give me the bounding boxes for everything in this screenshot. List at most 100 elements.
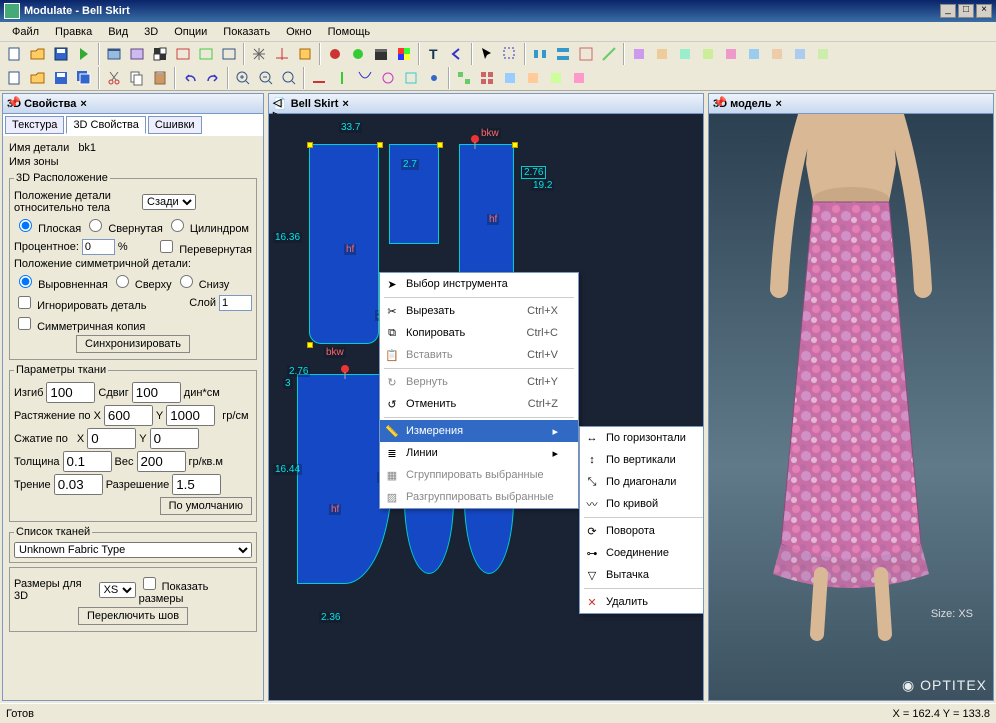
tb2-m6-icon[interactable] <box>423 67 445 89</box>
tb2-g3-icon[interactable] <box>499 67 521 89</box>
radio-rolled[interactable]: Свернутая <box>84 216 163 235</box>
tb-save-icon[interactable] <box>50 43 72 65</box>
tb2-g5-icon[interactable] <box>545 67 567 89</box>
ctx-item-tool[interactable]: ➤Выбор инструмента <box>380 273 578 295</box>
canvas-nav-icon[interactable]: ◁ ▷ <box>273 96 285 112</box>
tab-texture[interactable]: Текстура <box>5 116 64 134</box>
check-ignore[interactable]: Игнорировать деталь <box>14 293 146 312</box>
ctx-item-copy[interactable]: ⧉КопироватьCtrl+C <box>380 322 578 344</box>
sub-item-vert[interactable]: ↕По вертикали <box>580 449 703 471</box>
tb2-m1-icon[interactable] <box>308 67 330 89</box>
size-select[interactable]: XS <box>99 582 136 598</box>
layer-input[interactable] <box>219 295 252 311</box>
bend-input[interactable] <box>46 382 95 403</box>
percent-input[interactable] <box>82 239 115 255</box>
tb-a5-icon[interactable] <box>720 43 742 65</box>
tb2-zoomout-icon[interactable] <box>255 67 277 89</box>
canvas-close-icon[interactable]: × <box>342 98 348 110</box>
position-select[interactable]: Сзади <box>142 194 196 210</box>
tb-pointer-icon[interactable] <box>476 43 498 65</box>
tb-open-icon[interactable] <box>27 43 49 65</box>
tb2-copy-icon[interactable] <box>126 67 148 89</box>
menu-show[interactable]: Показать <box>215 24 278 40</box>
radio-top[interactable]: Сверху <box>111 272 172 291</box>
check-symcopy[interactable]: Симметричная копия <box>14 314 145 333</box>
sub-item-curve[interactable]: 〰По кривой <box>580 493 703 515</box>
radio-aligned[interactable]: Выровненная <box>14 272 108 291</box>
maximize-button[interactable]: □ <box>958 4 974 18</box>
menu-help[interactable]: Помощь <box>320 24 379 40</box>
tb2-m3-icon[interactable] <box>354 67 376 89</box>
tb-axis-icon[interactable] <box>271 43 293 65</box>
tb-color-icon[interactable] <box>393 43 415 65</box>
tb2-m4-icon[interactable] <box>377 67 399 89</box>
tb-a2-icon[interactable] <box>651 43 673 65</box>
sub-item-horiz[interactable]: ↔По горизонтали <box>580 427 703 449</box>
tb-frame2-icon[interactable] <box>195 43 217 65</box>
weight-input[interactable] <box>137 451 186 472</box>
tb-clap-icon[interactable] <box>370 43 392 65</box>
pin-icon[interactable]: 📌 <box>7 96 19 112</box>
default-button[interactable]: По умолчанию <box>160 497 252 515</box>
sub-item-rotate[interactable]: ⟳Поворота <box>580 520 703 542</box>
menu-window[interactable]: Окно <box>278 24 320 40</box>
tb-a3-icon[interactable] <box>674 43 696 65</box>
thickness-input[interactable] <box>63 451 112 472</box>
tb-align2-icon[interactable] <box>552 43 574 65</box>
sub-item-diag[interactable]: ⤡По диагонали <box>580 471 703 493</box>
pushpin-icon-2[interactable] <box>339 364 351 380</box>
tb2-open-icon[interactable] <box>27 67 49 89</box>
sub-item-connect[interactable]: ⊶Соединение <box>580 542 703 564</box>
sub-item-delete[interactable]: ✕Удалить <box>580 591 703 613</box>
tab-3dprops[interactable]: 3D Свойства <box>66 116 145 134</box>
tb2-paste-icon[interactable] <box>149 67 171 89</box>
tb2-m5-icon[interactable] <box>400 67 422 89</box>
minimize-button[interactable]: _ <box>940 4 956 18</box>
menu-view[interactable]: Вид <box>100 24 136 40</box>
ctx-item-lines[interactable]: ≣Линии▸ <box>380 442 578 464</box>
tb-checker-icon[interactable] <box>149 43 171 65</box>
sync-button[interactable]: Синхронизировать <box>76 335 190 353</box>
tb2-new-icon[interactable] <box>4 67 26 89</box>
ctx-item-cut[interactable]: ✂ВырезатьCtrl+X <box>380 300 578 322</box>
menu-options[interactable]: Опции <box>166 24 215 40</box>
tb-film1-icon[interactable] <box>103 43 125 65</box>
pushpin-icon-1[interactable] <box>469 134 481 150</box>
tb-a6-icon[interactable] <box>743 43 765 65</box>
pattern-piece-right[interactable] <box>459 144 514 274</box>
tb2-save-icon[interactable] <box>50 67 72 89</box>
document-tab[interactable]: Bell Skirt <box>291 98 339 110</box>
tb2-g6-icon[interactable] <box>568 67 590 89</box>
tb-a7-icon[interactable] <box>766 43 788 65</box>
tb-rec1-icon[interactable] <box>324 43 346 65</box>
toggle-seam-button[interactable]: Переключить шов <box>78 607 188 625</box>
model-close-icon[interactable]: × <box>776 98 782 110</box>
tb2-m2-icon[interactable] <box>331 67 353 89</box>
tb2-g1-icon[interactable] <box>453 67 475 89</box>
ctx-item-measure[interactable]: 📏Измерения▸ <box>380 420 578 442</box>
tb2-saveall-icon[interactable] <box>73 67 95 89</box>
tb-mesh-icon[interactable] <box>248 43 270 65</box>
tb-play-icon[interactable] <box>73 43 95 65</box>
compressx-input[interactable] <box>87 428 136 449</box>
close-button[interactable]: × <box>976 4 992 18</box>
ctx-item-undo[interactable]: ↺ОтменитьCtrl+Z <box>380 393 578 415</box>
3d-viewport[interactable]: Size: XS ◉ OPTITEX <box>709 114 993 700</box>
menu-edit[interactable]: Правка <box>47 24 100 40</box>
stretchy-input[interactable] <box>166 405 215 426</box>
menu-3d[interactable]: 3D <box>136 24 166 40</box>
tb-a4-icon[interactable] <box>697 43 719 65</box>
fabric-type-select[interactable]: Unknown Fabric Type <box>14 542 252 558</box>
friction-input[interactable] <box>54 474 103 495</box>
tb-a1-icon[interactable] <box>628 43 650 65</box>
radio-flat[interactable]: Плоская <box>14 216 81 235</box>
radio-cylinder[interactable]: Цилиндром <box>166 216 249 235</box>
tb2-zoomfit-icon[interactable] <box>278 67 300 89</box>
tb-frame3-icon[interactable] <box>218 43 240 65</box>
tb-frame1-icon[interactable] <box>172 43 194 65</box>
check-show-sizes[interactable]: Показать размеры <box>139 574 252 605</box>
tb-text-icon[interactable]: T <box>423 43 445 65</box>
tb-film2-icon[interactable] <box>126 43 148 65</box>
tb2-undo-icon[interactable] <box>179 67 201 89</box>
tb-align4-icon[interactable] <box>598 43 620 65</box>
